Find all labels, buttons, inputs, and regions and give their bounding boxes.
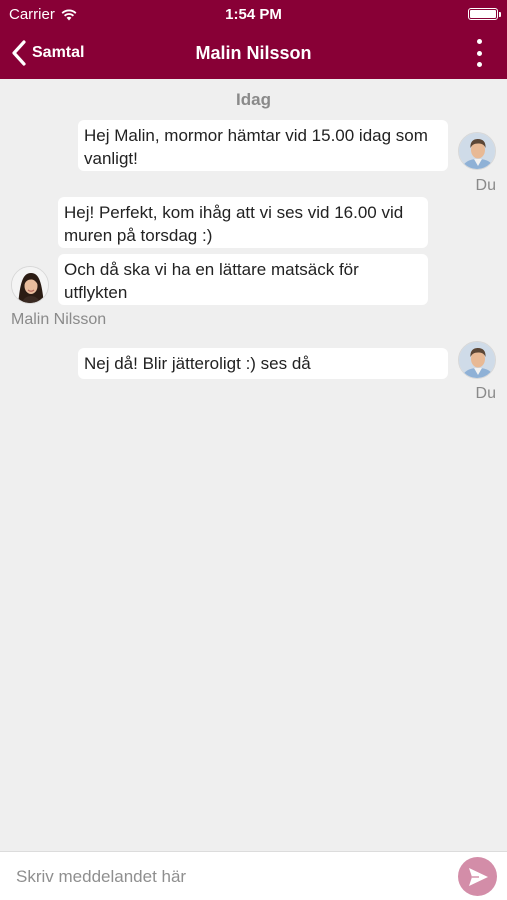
more-vertical-icon[interactable]: [467, 37, 491, 69]
battery-icon: [468, 8, 501, 20]
avatar-du: [458, 132, 496, 170]
message-composer: [0, 851, 507, 900]
top-bar: Carrier 1:54 PM Samtal Malin Nilsson: [0, 0, 507, 79]
avatar-du: [458, 341, 496, 379]
message-bubble-outgoing: Nej då! Blir jätteroligt :) ses då: [78, 348, 448, 379]
message-input[interactable]: [8, 861, 438, 893]
day-separator: Idag: [236, 90, 271, 109]
navigation-bar: Samtal Malin Nilsson: [0, 28, 507, 79]
message-bubble-incoming: Hej! Perfekt, kom ihåg att vi ses vid 16…: [58, 197, 428, 248]
status-bar: Carrier 1:54 PM: [0, 0, 507, 28]
sender-name: Malin Nilsson: [11, 311, 107, 328]
sender-name: Du: [475, 385, 496, 402]
message-bubble-incoming: Och då ska vi ha en lättare matsäck för …: [58, 254, 428, 305]
send-button[interactable]: [458, 857, 497, 896]
message-bubble-outgoing: Hej Malin, mormor hämtar vid 15.00 idag …: [78, 120, 448, 171]
status-time: 1:54 PM: [225, 6, 282, 23]
avatar-malin: [11, 266, 49, 304]
sender-name: Du: [475, 177, 496, 194]
send-icon: [468, 867, 488, 886]
conversation-title: Malin Nilsson: [195, 43, 312, 63]
